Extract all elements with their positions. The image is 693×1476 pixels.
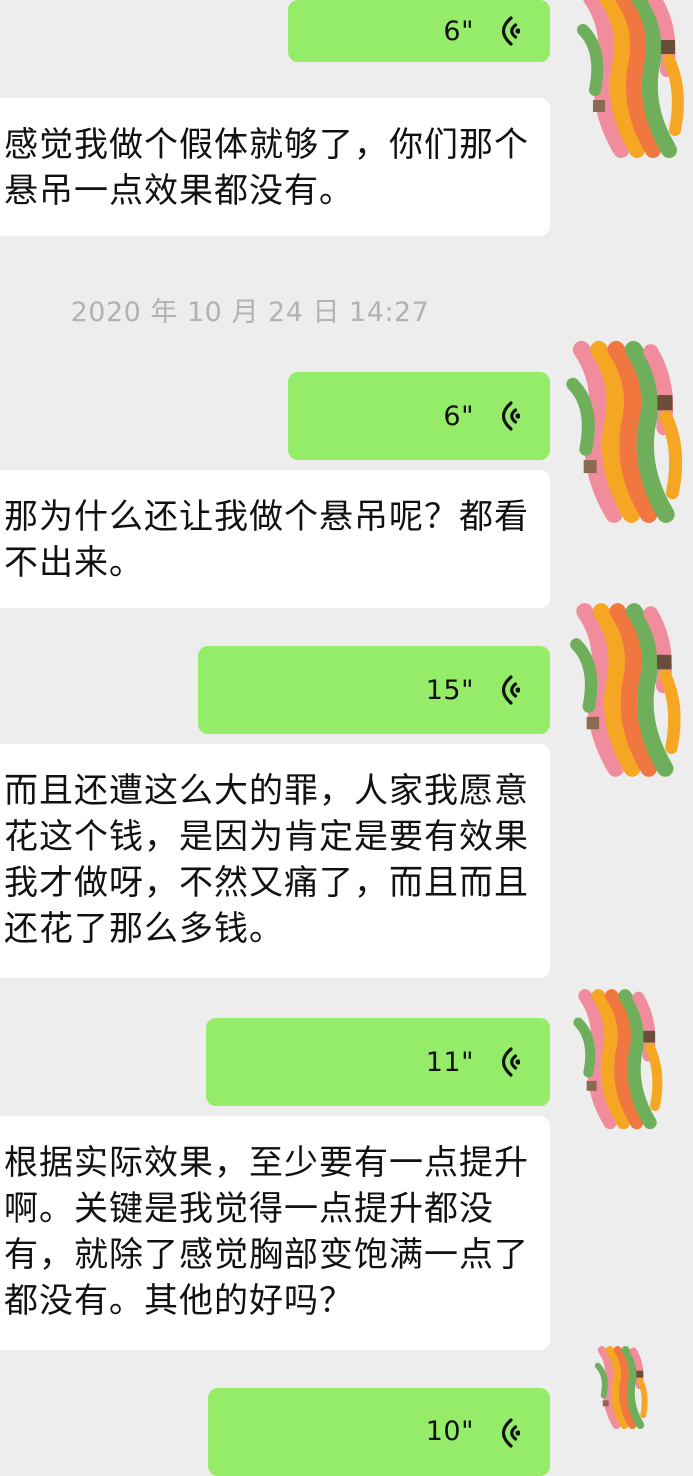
text-message-bubble[interactable]: 感觉我做个假体就够了，你们那个悬吊一点效果都没有。 [0, 98, 550, 236]
user-avatar-mosaic[interactable] [573, 0, 693, 160]
voice-wave-icon [490, 1416, 520, 1450]
message-text: 那为什么还让我做个悬吊呢？都看不出来。 [4, 497, 529, 583]
user-avatar-mosaic[interactable] [566, 596, 690, 786]
voice-wave-icon [490, 1045, 520, 1079]
voice-message-bubble[interactable]: 11" [206, 1018, 550, 1106]
voice-wave-icon [490, 673, 520, 707]
user-avatar-mosaic[interactable] [552, 1346, 693, 1430]
user-avatar-mosaic[interactable] [570, 960, 670, 1160]
voice-message-bubble[interactable]: 10" [208, 1388, 550, 1476]
user-avatar-mosaic[interactable] [562, 318, 692, 548]
text-message-bubble[interactable]: 那为什么还让我做个悬吊呢？都看不出来。 [0, 470, 550, 608]
voice-message-bubble[interactable]: 15" [198, 646, 550, 734]
voice-duration: 15" [425, 674, 474, 706]
message-text: 而且还遭这么大的罪，人家我愿意花这个钱，是因为肯定是要有效果我才做呀，不然又痛了… [4, 771, 529, 949]
voice-duration: 6" [443, 15, 474, 47]
message-text: 感觉我做个假体就够了，你们那个悬吊一点效果都没有。 [4, 125, 529, 211]
voice-message-bubble[interactable]: 6" [288, 372, 550, 460]
voice-duration: 6" [443, 400, 474, 432]
voice-wave-icon [490, 399, 520, 433]
voice-message-bubble[interactable]: 6" [288, 0, 550, 62]
message-text: 根据实际效果，至少要有一点提升啊。关键是我觉得一点提升都没有，就除了感觉胸部变饱… [4, 1143, 529, 1321]
voice-duration: 11" [425, 1046, 474, 1078]
voice-wave-icon [490, 14, 520, 48]
voice-duration: 10" [425, 1416, 474, 1447]
text-message-bubble[interactable]: 根据实际效果，至少要有一点提升啊。关键是我觉得一点提升都没有，就除了感觉胸部变饱… [0, 1116, 550, 1350]
text-message-bubble[interactable]: 而且还遭这么大的罪，人家我愿意花这个钱，是因为肯定是要有效果我才做呀，不然又痛了… [0, 744, 550, 978]
chat-timestamp: 2020 年 10 月 24 日 14:27 [70, 297, 430, 328]
